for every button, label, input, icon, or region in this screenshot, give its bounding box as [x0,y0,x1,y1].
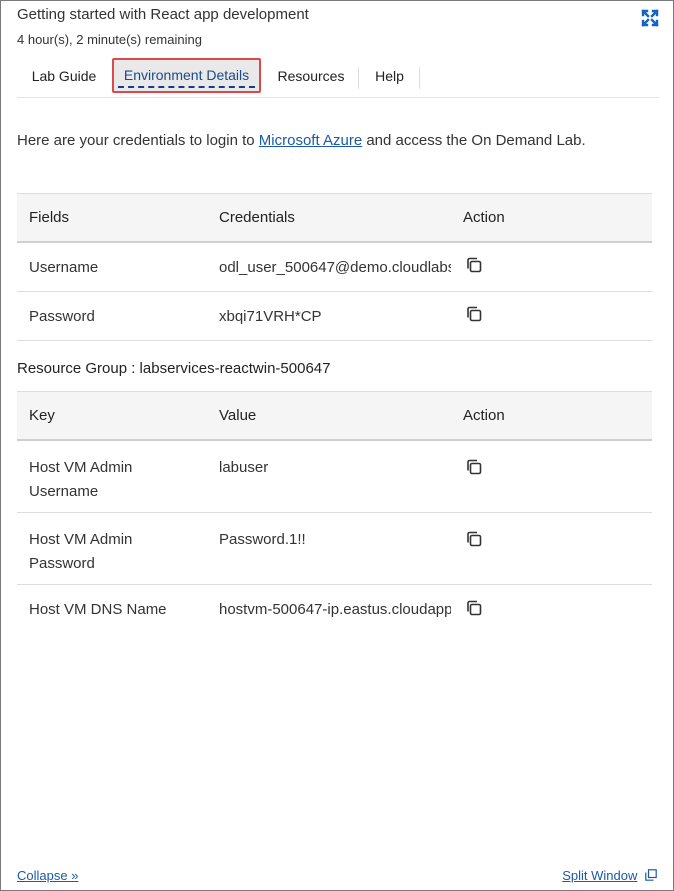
field-password: Password [17,291,207,341]
key-line: Host VM Admin [29,459,133,476]
table-header-row: Key Value Action [17,391,652,441]
copy-icon[interactable] [465,305,483,323]
credentials-table: Fields Credentials Action Username odl_u… [17,193,652,341]
tab-environment-details[interactable]: Environment Details [112,58,261,93]
resource-group-label: Resource Group : labservices-reactwin-50… [17,360,331,377]
value-cell: labuser [207,440,451,513]
table-row: Password xbqi71VRH*CP [17,291,652,341]
lab-panel: Getting started with React app developme… [0,0,674,891]
tab-resources[interactable]: Resources [263,57,359,95]
intro-after: and access the On Demand Lab. [362,132,586,149]
credential-password[interactable]: xbqi71VRH*CP [219,308,451,325]
key-cell: Host VM Admin Password [17,512,207,585]
header-fields: Fields [17,193,207,243]
tab-lab-guide[interactable]: Lab Guide [17,57,111,95]
value-cell: hostvm-500647-ip.eastus.cloudapp.azure.c… [207,584,451,635]
time-remaining: 4 hour(s), 2 minute(s) remaining [17,32,202,47]
table-row: Host VM DNS Name hostvm-500647-ip.eastus… [17,584,652,635]
header-key: Key [17,391,207,441]
value-dns-name[interactable]: hostvm-500647-ip.eastus.cloudapp.azure.c… [219,601,451,618]
value-cell: Password.1!! [207,512,451,585]
header-action: Action [451,193,652,243]
collapse-link[interactable]: Collapse » [17,868,78,883]
credential-username[interactable]: odl_user_500647@demo.cloudlabs.ai [219,259,451,276]
credential-cell: xbqi71VRH*CP [207,291,451,341]
table-header-row: Fields Credentials Action [17,193,652,243]
table-row: Username odl_user_500647@demo.cloudlabs.… [17,242,652,292]
action-cell [451,291,652,341]
tab-bar: Lab Guide Environment Details Resources … [17,57,659,98]
header-action: Action [451,391,652,441]
key-line: Username [29,483,99,500]
value-admin-username[interactable]: labuser [219,456,451,480]
tab-help[interactable]: Help [359,57,420,95]
key-cell: Host VM DNS Name [17,584,207,635]
credential-cell: odl_user_500647@demo.cloudlabs.ai [207,242,451,292]
copy-icon[interactable] [465,599,483,617]
vm-table: Key Value Action Host VM Admin Username … [17,391,652,635]
copy-icon[interactable] [465,256,483,274]
table-row: Host VM Admin Password Password.1!! [17,512,652,585]
action-cell [451,242,652,292]
split-window-icon [645,869,657,881]
copy-icon[interactable] [465,530,483,548]
key-line: Host VM Admin [29,530,133,548]
table-row: Host VM Admin Username labuser [17,440,652,513]
intro-text: Here are your credentials to login to Mi… [17,132,586,149]
action-cell [451,512,652,585]
key-cell: Host VM Admin Username [17,440,207,513]
lab-title: Getting started with React app developme… [17,6,309,23]
expand-icon[interactable] [641,9,659,27]
action-cell [451,440,652,513]
split-window-label: Split Window [562,868,638,883]
header-value: Value [207,391,451,441]
key-line: Host VM DNS Name [29,601,167,618]
microsoft-azure-link[interactable]: Microsoft Azure [259,132,362,149]
field-username: Username [17,242,207,292]
key-line: Password [29,554,95,572]
value-admin-password[interactable]: Password.1!! [219,528,451,552]
copy-icon[interactable] [465,458,483,476]
header-credentials: Credentials [207,193,451,243]
action-cell [451,584,652,635]
split-window-link[interactable]: Split Window [562,868,657,883]
intro-before: Here are your credentials to login to [17,132,259,149]
